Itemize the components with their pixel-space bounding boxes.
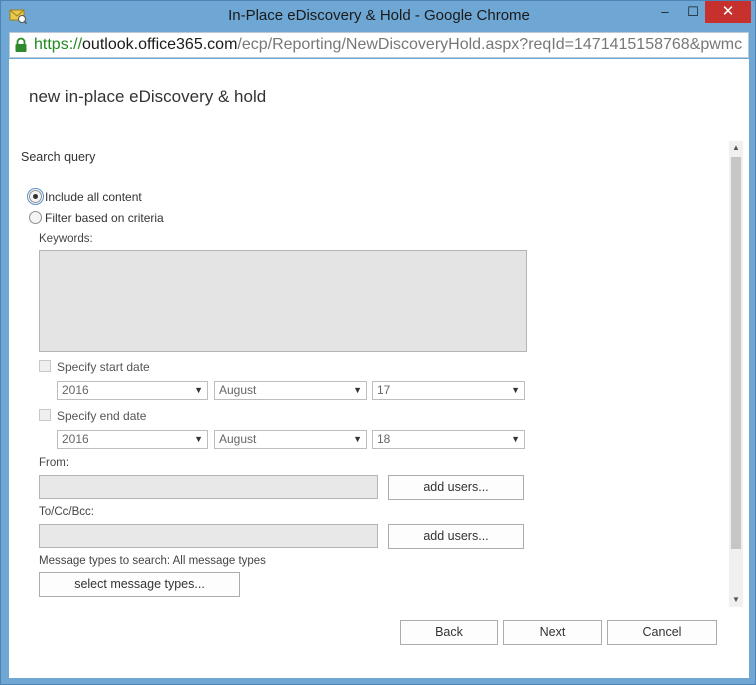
chevron-down-icon: ▼: [194, 385, 203, 395]
back-button[interactable]: Back: [400, 620, 498, 645]
chevron-down-icon: ▼: [353, 434, 362, 444]
url-scheme: https://: [34, 36, 83, 53]
start-month-select[interactable]: August ▼: [214, 381, 367, 400]
lock-icon: [14, 37, 28, 53]
maximize-button[interactable]: ☐: [679, 1, 707, 23]
end-date-label: Specify end date: [57, 409, 147, 423]
minimize-button[interactable]: ‒: [651, 1, 679, 23]
address-bar[interactable]: https://outlook.office365.com/ecp/Report…: [9, 32, 749, 58]
start-year-value: 2016: [62, 383, 89, 397]
end-day-select[interactable]: 18 ▼: [372, 430, 525, 449]
to-cc-bcc-field[interactable]: [39, 524, 378, 548]
chevron-down-icon: ▼: [353, 385, 362, 395]
message-types-value: All message types: [172, 555, 266, 567]
chevron-down-icon: ▼: [194, 434, 203, 444]
message-types-row: Message types to search: All message typ…: [39, 555, 266, 567]
end-year-select[interactable]: 2016 ▼: [57, 430, 208, 449]
section-title: Search query: [21, 150, 96, 164]
end-month-select[interactable]: August ▼: [214, 430, 367, 449]
add-users-to-button[interactable]: add users...: [388, 524, 524, 549]
keywords-textarea[interactable]: [39, 250, 527, 352]
url-text: https://outlook.office365.com/ecp/Report…: [34, 33, 742, 57]
start-day-select[interactable]: 17 ▼: [372, 381, 525, 400]
next-button[interactable]: Next: [503, 620, 602, 645]
browser-window: In-Place eDiscovery & Hold - Google Chro…: [0, 0, 756, 685]
keywords-label: Keywords:: [39, 233, 93, 245]
include-all-content-label: Include all content: [45, 190, 142, 204]
filter-criteria-radio[interactable]: [29, 211, 42, 224]
end-date-checkbox[interactable]: [39, 409, 51, 421]
filter-criteria-label: Filter based on criteria: [45, 211, 164, 225]
start-day-value: 17: [377, 383, 391, 397]
start-date-checkbox[interactable]: [39, 360, 51, 372]
vertical-scrollbar[interactable]: ▲ ▼: [729, 141, 743, 607]
chevron-down-icon: ▼: [511, 385, 520, 395]
end-day-value: 18: [377, 432, 391, 446]
url-host: outlook.office365.com: [82, 36, 238, 53]
window-title: In-Place eDiscovery & Hold - Google Chro…: [228, 7, 530, 24]
end-month-value: August: [219, 432, 257, 446]
title-bar[interactable]: In-Place eDiscovery & Hold - Google Chro…: [1, 1, 756, 31]
include-all-content-radio[interactable]: [27, 188, 44, 205]
from-field[interactable]: [39, 475, 378, 499]
scrollbar-thumb[interactable]: [731, 157, 741, 549]
select-message-types-button[interactable]: select message types...: [39, 572, 240, 597]
from-label: From:: [39, 457, 70, 469]
to-cc-bcc-label: To/Cc/Bcc:: [39, 506, 94, 518]
message-types-label: Message types to search:: [39, 555, 171, 567]
start-year-select[interactable]: 2016 ▼: [57, 381, 208, 400]
close-button[interactable]: ✕: [705, 1, 751, 23]
start-date-label: Specify start date: [57, 360, 150, 374]
dialog-title: new in-place eDiscovery & hold: [29, 87, 267, 106]
dialog-content: new in-place eDiscovery & hold Search qu…: [9, 59, 749, 678]
scroll-down-icon[interactable]: ▼: [729, 593, 743, 607]
chevron-down-icon: ▼: [511, 434, 520, 444]
url-path: /ecp/Reporting/NewDiscoveryHold.aspx?req…: [237, 36, 743, 53]
scroll-up-icon[interactable]: ▲: [729, 141, 743, 155]
cancel-button[interactable]: Cancel: [607, 620, 717, 645]
add-users-from-button[interactable]: add users...: [388, 475, 524, 500]
end-year-value: 2016: [62, 432, 89, 446]
start-month-value: August: [219, 383, 257, 397]
